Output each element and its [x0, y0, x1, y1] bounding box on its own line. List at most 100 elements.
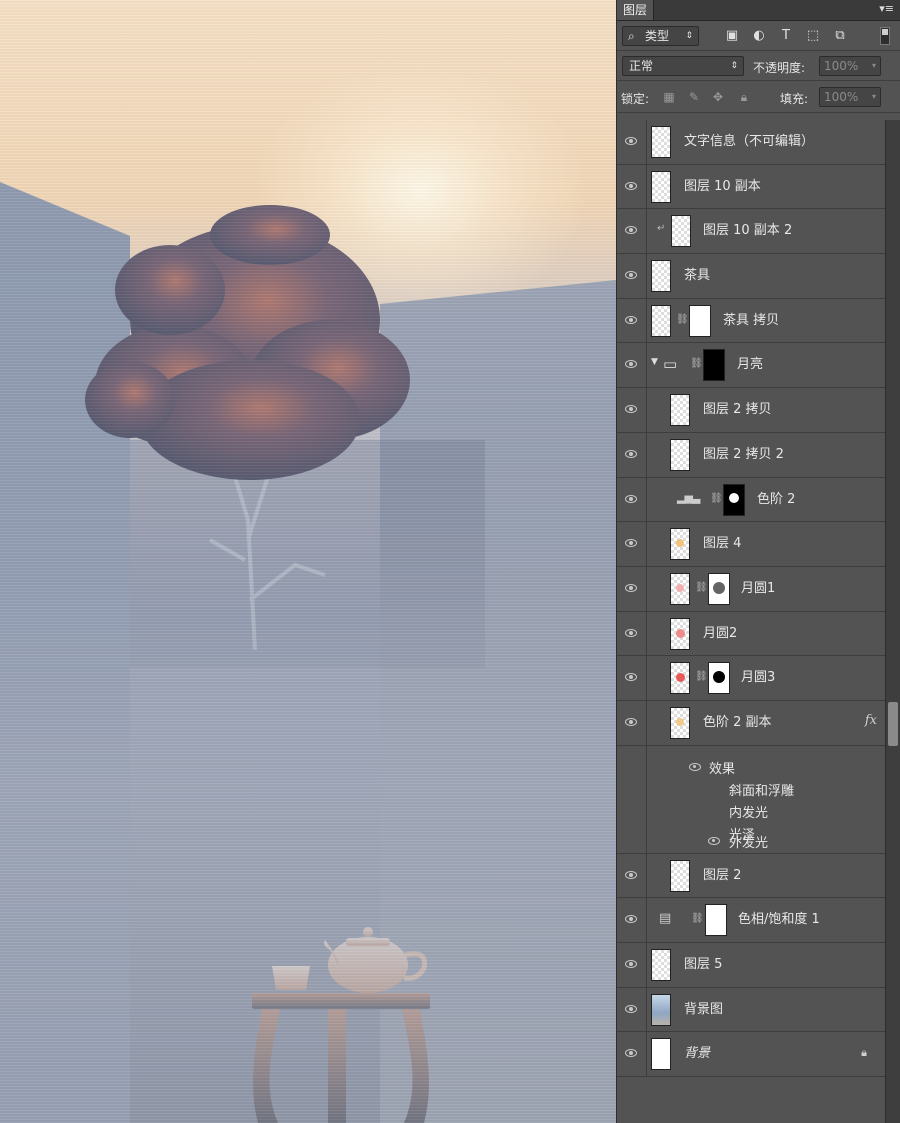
- layer-name: 图层 2: [703, 867, 742, 883]
- fill-input[interactable]: 100% ▾: [819, 87, 881, 107]
- visibility-eye-icon[interactable]: [617, 853, 647, 898]
- tab-layers[interactable]: 图层: [617, 0, 655, 20]
- effects-header[interactable]: 效果: [709, 758, 735, 777]
- link-icon[interactable]: ⛓: [710, 493, 723, 505]
- layer-mask-thumbnail[interactable]: [689, 304, 711, 337]
- visibility-eye-icon[interactable]: [617, 209, 647, 254]
- panel-menu-icon[interactable]: ▾≡: [879, 2, 894, 15]
- lock-brush-icon[interactable]: ✎: [687, 90, 701, 104]
- filter-kind-label: 类型: [645, 29, 670, 43]
- visibility-eye-icon[interactable]: [617, 656, 647, 700]
- chevron-updown-icon: ⇕: [730, 61, 738, 71]
- group-mask-thumbnail[interactable]: [703, 349, 725, 382]
- layer-row[interactable]: 背景图: [617, 987, 885, 1033]
- layer-row[interactable]: 图层 2 拷贝: [617, 388, 885, 433]
- layer-thumbnail: [670, 528, 690, 561]
- visibility-eye-icon[interactable]: [617, 1032, 647, 1077]
- effects-visibility-eye-icon[interactable]: [689, 762, 701, 771]
- layer-row[interactable]: 图层 2 拷贝 2: [617, 432, 885, 478]
- blend-mode-select[interactable]: 正常 ⇕: [622, 56, 744, 76]
- layer-name: 色阶 2: [757, 491, 796, 507]
- layer-thumbnail: [651, 126, 671, 158]
- document-canvas[interactable]: [0, 0, 616, 1123]
- layer-name: 茶具 拷贝: [723, 312, 780, 328]
- effect-outer-glow-row: 外发光: [617, 830, 885, 854]
- layer-name: 图层 2 拷贝 2: [703, 446, 784, 462]
- effect-item[interactable]: 外发光: [729, 832, 768, 851]
- layer-row[interactable]: 茶具: [617, 254, 885, 299]
- shape-filter-icon[interactable]: ⬚: [804, 27, 822, 45]
- lock-label: 锁定:: [621, 92, 650, 106]
- fill-label: 填充:: [780, 92, 809, 106]
- group-row[interactable]: ▼ ▭ ⛓ 月亮: [617, 343, 885, 389]
- blend-mode-value: 正常: [629, 59, 654, 73]
- link-icon[interactable]: ⛓: [691, 913, 704, 925]
- filter-kind-select[interactable]: ⌕ 类型 ⇕: [622, 26, 699, 46]
- lock-row: 锁定: ▦ ✎ ✥ 🔒︎ 填充: 100% ▾: [617, 81, 900, 113]
- adjustment-layer-row[interactable]: ▂▅▃ ⛓ 色阶 2: [617, 477, 885, 523]
- visibility-eye-icon[interactable]: [617, 298, 647, 343]
- adjustment-layer-row[interactable]: ▤ ⛓ 色相/饱和度 1: [617, 898, 885, 943]
- lock-move-icon[interactable]: ✥: [711, 90, 725, 104]
- visibility-eye-icon[interactable]: [617, 164, 647, 209]
- effect-item[interactable]: 斜面和浮雕: [729, 780, 794, 799]
- layer-row[interactable]: 图层 2: [617, 853, 885, 899]
- visibility-eye-icon[interactable]: [617, 987, 647, 1032]
- layer-row[interactable]: 图层 10 副本: [617, 164, 885, 210]
- layer-thumbnail: [670, 617, 690, 650]
- layer-name: 月亮: [737, 357, 764, 373]
- layer-row[interactable]: ↵ 图层 10 副本 2: [617, 209, 885, 255]
- visibility-eye-icon[interactable]: [617, 898, 647, 942]
- smart-object-filter-icon[interactable]: ⧉: [831, 27, 849, 45]
- layer-thumbnail: [651, 1038, 671, 1071]
- layer-mask-thumbnail[interactable]: [708, 572, 730, 605]
- visibility-eye-icon[interactable]: [617, 343, 647, 388]
- visibility-eye-icon[interactable]: [617, 388, 647, 432]
- lock-transparent-icon[interactable]: ▦: [662, 90, 676, 104]
- layer-row[interactable]: 图层 5: [617, 943, 885, 988]
- visibility-eye-icon[interactable]: [617, 120, 647, 164]
- layer-name: 背景: [684, 1046, 711, 1062]
- lock-all-icon[interactable]: 🔒︎: [737, 90, 751, 104]
- effect-item[interactable]: 内发光: [729, 802, 768, 821]
- chevron-updown-icon: ⇕: [685, 31, 693, 41]
- visibility-eye-icon[interactable]: [617, 522, 647, 566]
- layer-mask-thumbnail[interactable]: [708, 662, 730, 695]
- layer-row[interactable]: ⛓ 月圆3: [617, 656, 885, 701]
- link-icon[interactable]: ⛓: [695, 582, 708, 594]
- visibility-eye-icon[interactable]: [617, 943, 647, 987]
- layer-row[interactable]: 文字信息（不可编辑）: [617, 120, 885, 165]
- fx-icon[interactable]: fx: [865, 713, 877, 728]
- layer-row[interactable]: 色阶 2 副本 fx: [617, 700, 885, 746]
- visibility-eye-icon[interactable]: [617, 254, 647, 298]
- visibility-eye-icon[interactable]: [617, 477, 647, 522]
- link-icon[interactable]: ⛓: [695, 671, 708, 683]
- layer-name: 月圆3: [741, 670, 776, 686]
- layer-row[interactable]: 背景 🔒︎: [617, 1032, 885, 1078]
- scrollbar-thumb[interactable]: [888, 702, 898, 746]
- layer-row[interactable]: 图层 4: [617, 522, 885, 567]
- lock-icon[interactable]: 🔒︎: [861, 1046, 867, 1060]
- pixel-filter-icon[interactable]: ▣: [723, 27, 741, 45]
- layer-name: 图层 10 副本: [684, 178, 761, 194]
- type-filter-icon[interactable]: T: [777, 27, 795, 45]
- layer-thumbnail: [651, 304, 671, 337]
- visibility-eye-icon[interactable]: [617, 611, 647, 656]
- layer-mask-thumbnail[interactable]: [723, 483, 745, 516]
- visibility-eye-icon[interactable]: [617, 566, 647, 611]
- layer-mask-thumbnail[interactable]: [705, 904, 727, 937]
- visibility-eye-icon[interactable]: [617, 432, 647, 477]
- filter-toggle[interactable]: [880, 27, 890, 45]
- layer-row[interactable]: ⛓ 月圆1: [617, 566, 885, 612]
- effect-visibility-eye-icon[interactable]: [708, 836, 720, 845]
- layer-row[interactable]: ⛓ 茶具 拷贝: [617, 298, 885, 344]
- link-icon[interactable]: ⛓: [690, 358, 703, 370]
- link-icon[interactable]: ⛓: [676, 314, 689, 326]
- layer-thumbnail: [670, 394, 690, 427]
- disclosure-triangle-icon[interactable]: ▼: [651, 357, 658, 367]
- adjustment-filter-icon[interactable]: ◐: [750, 27, 768, 45]
- layers-scrollbar[interactable]: [885, 120, 900, 1123]
- opacity-input[interactable]: 100% ▾: [819, 56, 881, 76]
- visibility-eye-icon[interactable]: [617, 700, 647, 745]
- layer-row[interactable]: 月圆2: [617, 611, 885, 657]
